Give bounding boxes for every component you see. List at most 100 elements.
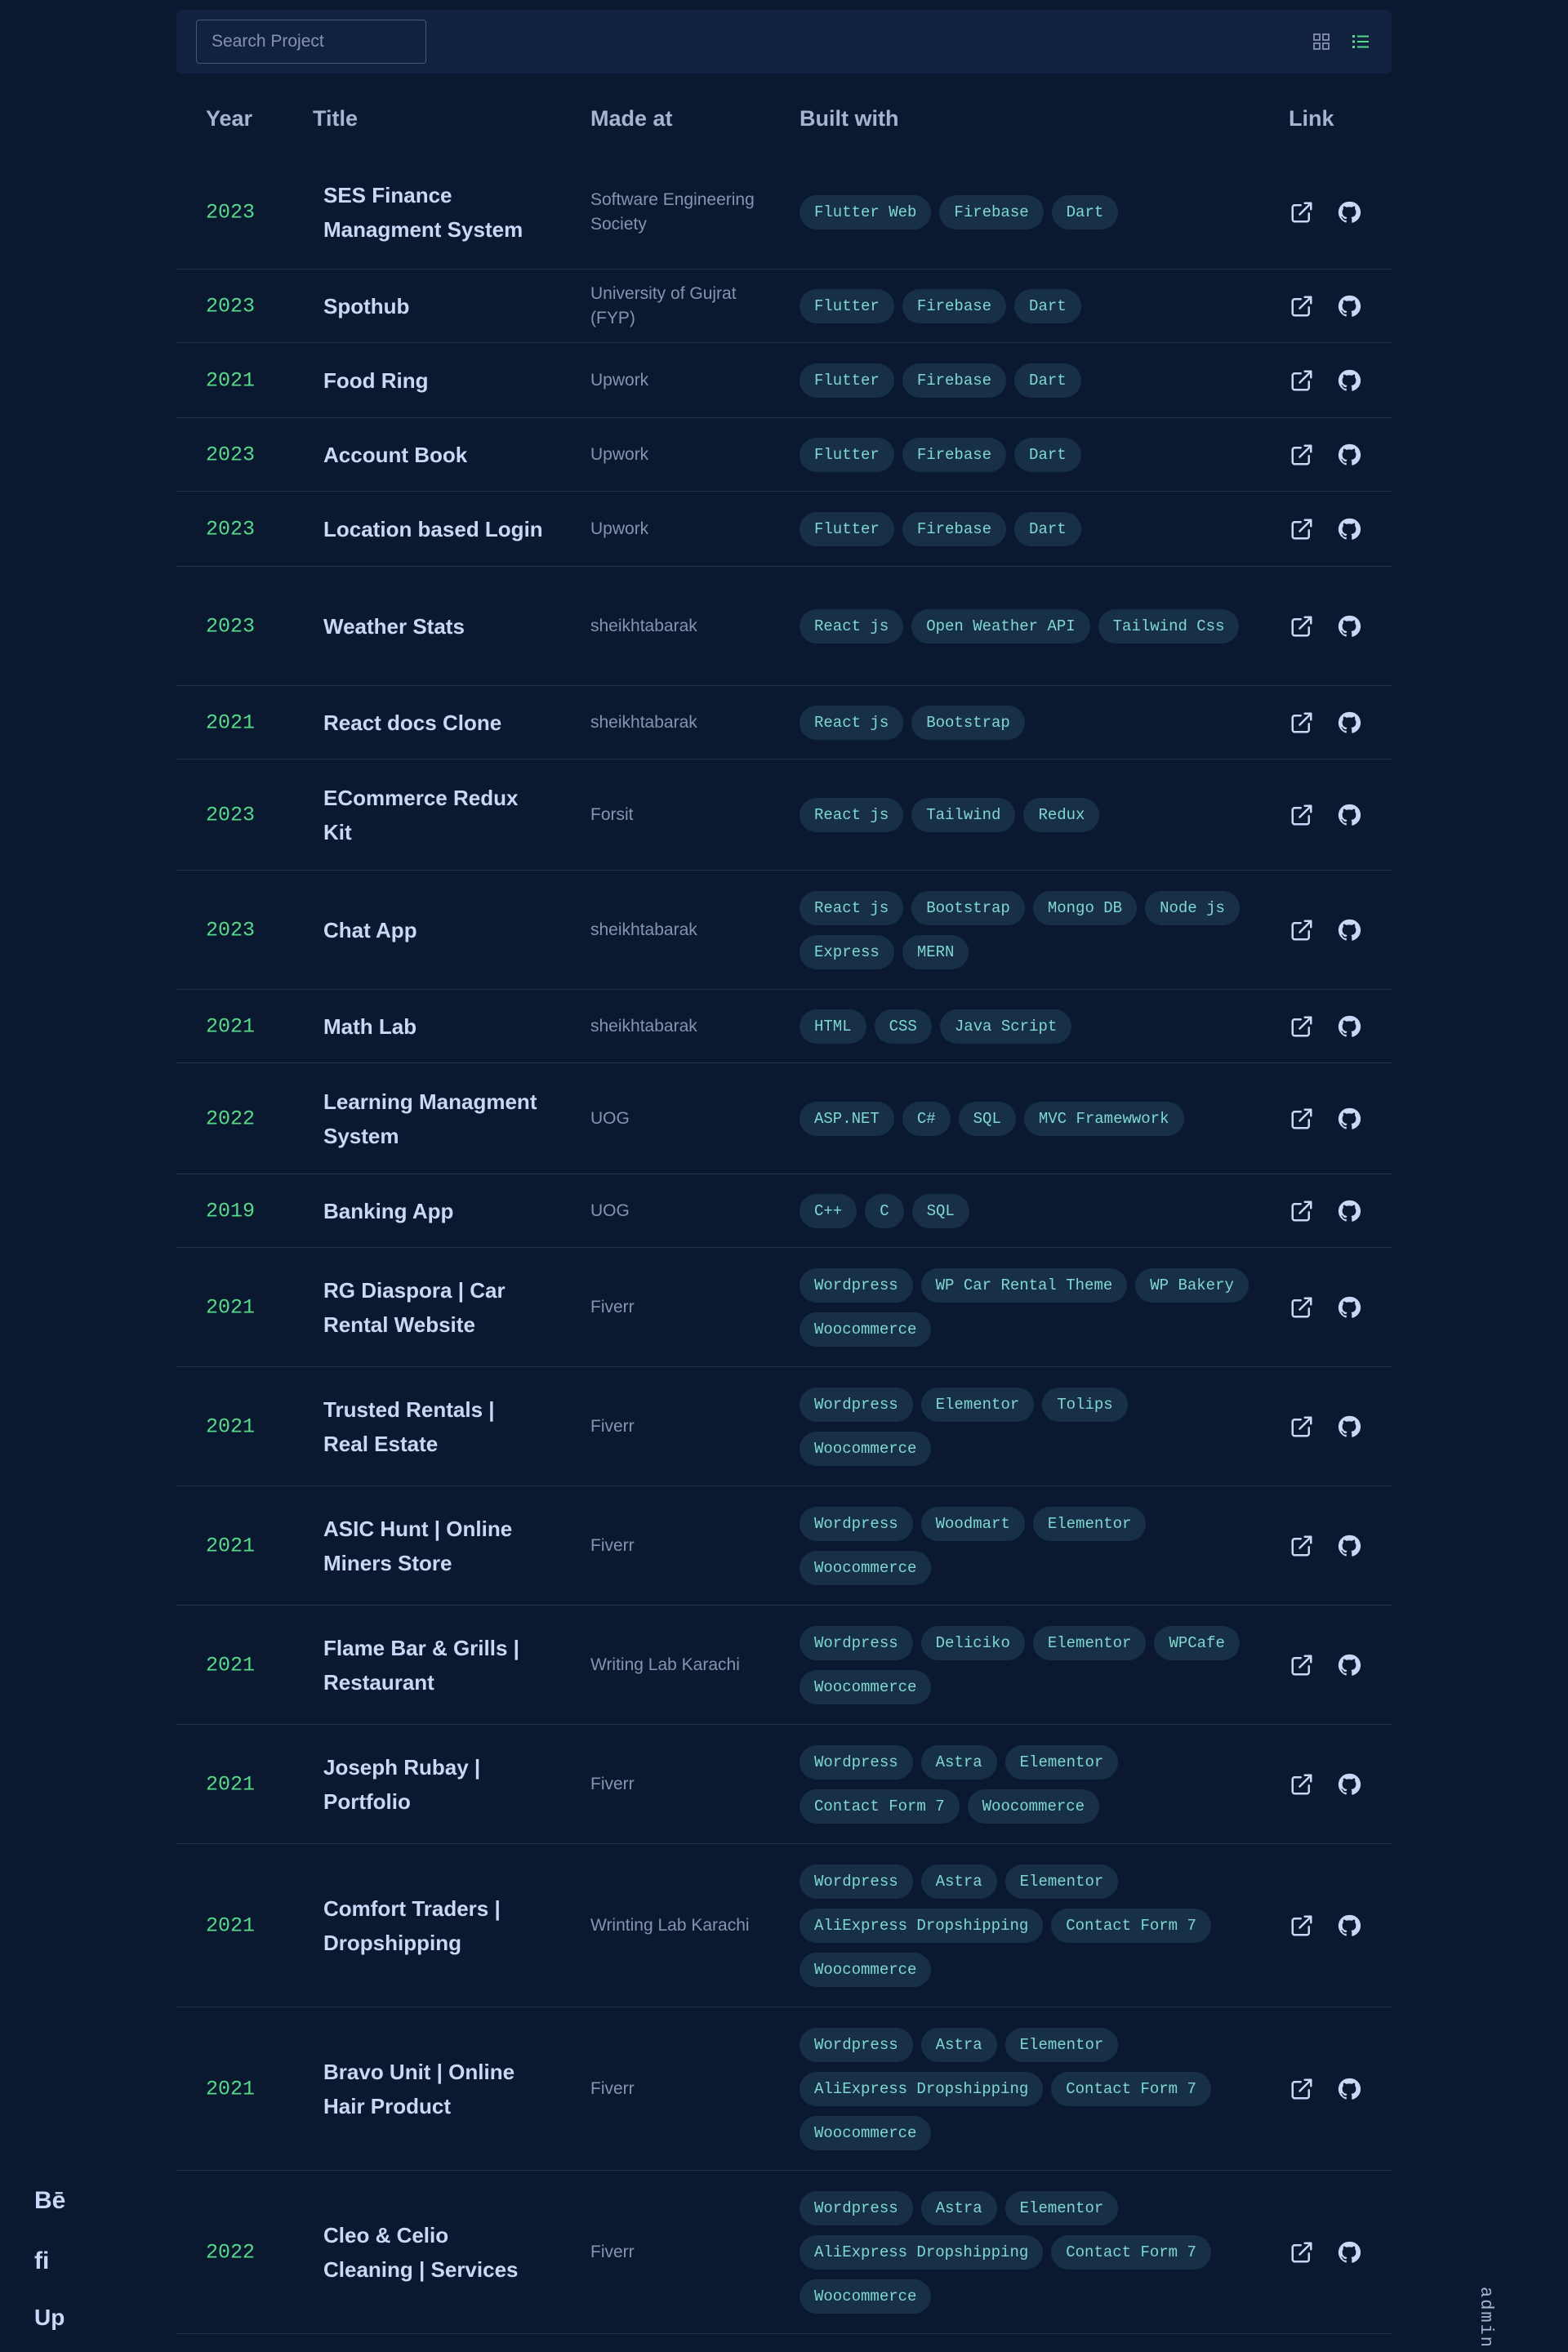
tech-tag: SQL	[958, 1101, 1016, 1136]
tech-tag: Wordpress	[800, 1387, 913, 1422]
external-link-icon[interactable]	[1290, 294, 1314, 318]
tech-tag: SQL	[911, 1193, 969, 1228]
github-icon[interactable]	[1337, 1295, 1361, 1320]
github-icon[interactable]	[1337, 2240, 1361, 2265]
table-row: 2022CalculatorUOGASP.NETC#SQL	[176, 2334, 1392, 2352]
tech-tag: Elementor	[1032, 1625, 1147, 1660]
tech-tag: C#	[902, 1101, 951, 1136]
external-link-icon[interactable]	[1290, 803, 1314, 827]
github-icon[interactable]	[1337, 1107, 1361, 1131]
external-link-icon[interactable]	[1290, 1772, 1314, 1797]
project-title: Food Ring	[323, 368, 429, 393]
github-icon[interactable]	[1337, 1199, 1361, 1223]
table-row: 2023 Weather Stats sheikhtabarak React js Op…	[176, 567, 1392, 686]
list-icon	[1352, 35, 1369, 48]
project-title: Joseph Rubay | Portfolio	[323, 1754, 481, 1814]
github-icon[interactable]	[1337, 1414, 1361, 1439]
table-header: Year Title Made at Built with Link	[0, 106, 1568, 139]
built-with-tags: Flutter Firebase Dart	[800, 511, 1257, 546]
external-link-icon[interactable]	[1290, 1295, 1314, 1320]
tech-tag: Astra	[920, 1744, 997, 1780]
external-link-icon[interactable]	[1290, 614, 1314, 639]
tech-tag: Dart	[1051, 194, 1119, 229]
github-icon[interactable]	[1337, 1913, 1361, 1938]
github-icon[interactable]	[1337, 614, 1361, 639]
github-icon[interactable]	[1337, 710, 1361, 735]
header-link: Link	[1289, 106, 1334, 131]
built-with-tags: Wordpress Astra Elementor AliExpress Dropsh…	[800, 1864, 1257, 1987]
tech-tag: Contact Form 7	[1051, 1908, 1211, 1943]
project-year: 2023	[206, 294, 256, 318]
project-links	[1290, 1913, 1361, 1938]
fiverr-icon[interactable]: fi	[34, 2247, 49, 2275]
project-links	[1290, 1014, 1361, 1039]
external-link-icon[interactable]	[1290, 200, 1314, 225]
external-link-icon[interactable]	[1290, 1014, 1314, 1039]
table-row: 2022 Learning Managment System UOG ASP.NET C…	[176, 1063, 1392, 1174]
github-icon[interactable]	[1337, 517, 1361, 541]
external-link-icon[interactable]	[1290, 1653, 1314, 1677]
built-with-tags: React js Tailwind Redux	[800, 797, 1257, 832]
table-row: 2023 Account Book Upwork Flutter Firebase Dar…	[176, 418, 1392, 492]
tech-tag: CSS	[874, 1009, 932, 1044]
search-input[interactable]	[196, 20, 426, 64]
external-link-icon[interactable]	[1290, 2077, 1314, 2101]
project-year: 2021	[206, 710, 256, 734]
github-icon[interactable]	[1337, 1534, 1361, 1558]
external-link-icon[interactable]	[1290, 368, 1314, 393]
tech-tag: ASP.NET	[800, 1101, 894, 1136]
project-title: Chat App	[323, 917, 417, 942]
github-icon[interactable]	[1337, 1772, 1361, 1797]
project-title: ECommerce Redux Kit	[323, 785, 519, 844]
project-links	[1290, 918, 1361, 942]
external-link-icon[interactable]	[1290, 1913, 1314, 1938]
project-title: Spothub	[323, 293, 410, 318]
project-links	[1290, 1107, 1361, 1131]
github-icon[interactable]	[1337, 1653, 1361, 1677]
external-link-icon[interactable]	[1290, 443, 1314, 467]
github-icon[interactable]	[1337, 294, 1361, 318]
project-made-at: Upwork	[590, 370, 649, 390]
external-link-icon[interactable]	[1290, 1107, 1314, 1131]
tech-tag: Tailwind	[911, 797, 1016, 832]
github-icon[interactable]	[1337, 2077, 1361, 2101]
header-year: Year	[206, 106, 253, 131]
built-with-tags: Wordpress Astra Elementor AliExpress Dropsh…	[800, 2190, 1257, 2314]
external-link-icon[interactable]	[1290, 517, 1314, 541]
github-icon[interactable]	[1337, 803, 1361, 827]
built-with-tags: Flutter Firebase Dart	[800, 288, 1257, 323]
project-made-at: University of Gujrat (FYP)	[590, 283, 737, 327]
project-title: RG Diaspora | Car Rental Website	[323, 1277, 506, 1337]
external-link-icon[interactable]	[1290, 1199, 1314, 1223]
tech-tag: Wordpress	[800, 1625, 913, 1660]
github-icon[interactable]	[1337, 368, 1361, 393]
github-icon[interactable]	[1337, 200, 1361, 225]
behance-icon[interactable]: Bē	[34, 2187, 65, 2215]
external-link-icon[interactable]	[1290, 1414, 1314, 1439]
github-icon[interactable]	[1337, 918, 1361, 942]
tech-tag: Tailwind Css	[1098, 608, 1240, 644]
tech-tag: C++	[800, 1193, 858, 1228]
external-link-icon[interactable]	[1290, 918, 1314, 942]
tech-tag: AliExpress Dropshipping	[800, 1908, 1044, 1943]
project-year: 2023	[206, 803, 256, 826]
tech-tag: Astra	[920, 2027, 997, 2062]
tech-tag: Woodmart	[920, 1506, 1025, 1541]
project-links	[1290, 614, 1361, 639]
project-made-at: sheikhtabarak	[590, 616, 697, 635]
tech-tag: React js	[800, 890, 904, 925]
external-link-icon[interactable]	[1290, 1534, 1314, 1558]
tech-tag: Woocommerce	[800, 1669, 932, 1704]
github-icon[interactable]	[1337, 1014, 1361, 1039]
github-icon[interactable]	[1337, 443, 1361, 467]
tech-tag: Contact Form 7	[1051, 2234, 1211, 2270]
external-link-icon[interactable]	[1290, 2240, 1314, 2265]
tech-tag: Firebase	[902, 363, 1007, 398]
built-with-tags: Flutter Firebase Dart	[800, 363, 1257, 398]
external-link-icon[interactable]	[1290, 710, 1314, 735]
tech-tag: Flutter	[800, 363, 894, 398]
project-made-at: Fiverr	[590, 1297, 635, 1316]
grid-view-button[interactable]	[1312, 32, 1331, 51]
list-view-button[interactable]	[1351, 32, 1370, 51]
upwork-icon[interactable]: Up	[34, 2305, 65, 2331]
